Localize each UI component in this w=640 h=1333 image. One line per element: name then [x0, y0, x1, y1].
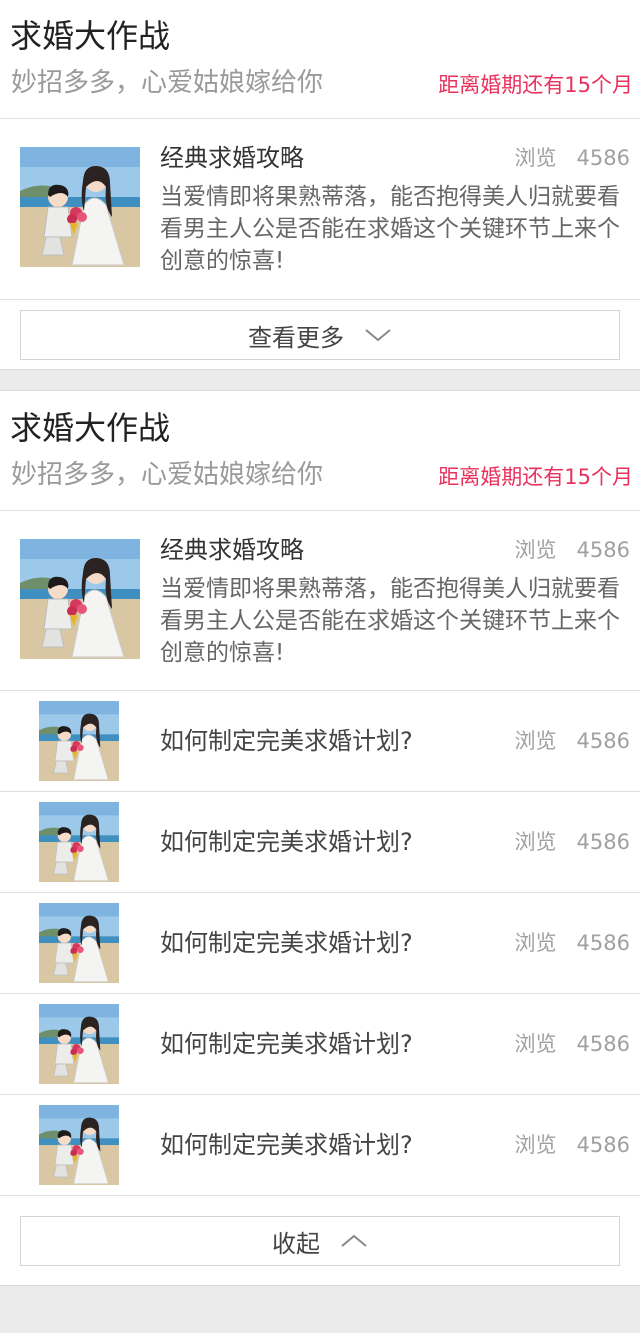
proposal-thumbnail — [20, 147, 140, 267]
featured-title: 经典求婚攻略 — [160, 536, 304, 564]
list-item[interactable]: 如何制定完美求婚计划? 浏览 4586 — [0, 994, 640, 1095]
view-more-label: 查看更多 — [248, 323, 344, 352]
wedding-countdown: 距离婚期还有15个月 — [438, 73, 633, 97]
wedding-countdown: 距离婚期还有15个月 — [438, 465, 633, 489]
item-title: 如何制定完美求婚计划? — [160, 929, 413, 957]
collapse-label: 收起 — [272, 1229, 320, 1258]
views-label: 浏览 — [514, 1032, 557, 1056]
featured-article[interactable]: 经典求婚攻略 浏览 4586 当爱情即将果熟蒂落，能否抱得美人归就要看看男主人公是… — [0, 511, 640, 691]
view-count: 浏览 4586 — [515, 928, 630, 958]
section-subtitle: 妙招多多，心爱姑娘嫁给你 — [11, 460, 324, 490]
section-proposal-collapsed: 求婚大作战 妙招多多，心爱姑娘嫁给你 距离婚期还有15个月 经典求婚攻略 浏览 4… — [0, 0, 640, 370]
view-more-button[interactable]: 查看更多 — [20, 310, 620, 360]
featured-article[interactable]: 经典求婚攻略 浏览 4586 当爱情即将果熟蒂落，能否抱得美人归就要看看男主人公是… — [0, 119, 640, 299]
view-count: 浏览 4586 — [515, 143, 630, 173]
collapse-button[interactable]: 收起 — [20, 1216, 620, 1266]
views-label: 浏览 — [514, 146, 557, 170]
view-count: 浏览 4586 — [515, 535, 630, 565]
views-number: 4586 — [576, 538, 630, 562]
views-number: 4586 — [576, 931, 630, 955]
chevron-down-icon — [365, 329, 391, 342]
view-count: 浏览 4586 — [515, 726, 630, 756]
views-number: 4586 — [576, 146, 630, 170]
views-number: 4586 — [576, 1032, 630, 1056]
proposal-thumbnail — [39, 701, 119, 781]
proposal-thumbnail — [39, 1004, 119, 1084]
proposal-thumbnail — [39, 802, 119, 882]
list-item[interactable]: 如何制定完美求婚计划? 浏览 4586 — [0, 1095, 640, 1196]
views-label: 浏览 — [514, 1133, 557, 1157]
item-title: 如何制定完美求婚计划? — [160, 828, 413, 856]
views-label: 浏览 — [514, 931, 557, 955]
view-count: 浏览 4586 — [515, 1130, 630, 1160]
list-item[interactable]: 如何制定完美求婚计划? 浏览 4586 — [0, 691, 640, 792]
divider — [0, 299, 640, 300]
chevron-up-icon — [341, 1234, 367, 1247]
view-count: 浏览 4586 — [515, 827, 630, 857]
section-title: 求婚大作战 — [10, 409, 171, 447]
featured-title: 经典求婚攻略 — [160, 144, 304, 172]
proposal-thumbnail — [39, 903, 119, 983]
views-number: 4586 — [576, 830, 630, 854]
proposal-thumbnail — [39, 1105, 119, 1185]
proposal-thumbnail — [20, 539, 140, 659]
featured-description: 当爱情即将果熟蒂落，能否抱得美人归就要看看男主人公是否能在求婚这个关键环节上来个… — [160, 184, 620, 274]
views-number: 4586 — [576, 1133, 630, 1157]
views-label: 浏览 — [514, 729, 557, 753]
item-title: 如何制定完美求婚计划? — [160, 1131, 413, 1159]
view-count: 浏览 4586 — [515, 1029, 630, 1059]
section-subtitle: 妙招多多，心爱姑娘嫁给你 — [11, 68, 324, 98]
views-number: 4586 — [576, 729, 630, 753]
section-proposal-expanded: 求婚大作战 妙招多多，心爱姑娘嫁给你 距离婚期还有15个月 经典求婚攻略 浏览 4… — [0, 390, 640, 1286]
section-title: 求婚大作战 — [10, 17, 171, 55]
divider — [0, 1195, 640, 1196]
list-item[interactable]: 如何制定完美求婚计划? 浏览 4586 — [0, 893, 640, 994]
item-title: 如何制定完美求婚计划? — [160, 727, 413, 755]
list-item[interactable]: 如何制定完美求婚计划? 浏览 4586 — [0, 792, 640, 893]
featured-description: 当爱情即将果熟蒂落，能否抱得美人归就要看看男主人公是否能在求婚这个关键环节上来个… — [160, 576, 620, 666]
item-title: 如何制定完美求婚计划? — [160, 1030, 413, 1058]
views-label: 浏览 — [514, 538, 557, 562]
views-label: 浏览 — [514, 830, 557, 854]
